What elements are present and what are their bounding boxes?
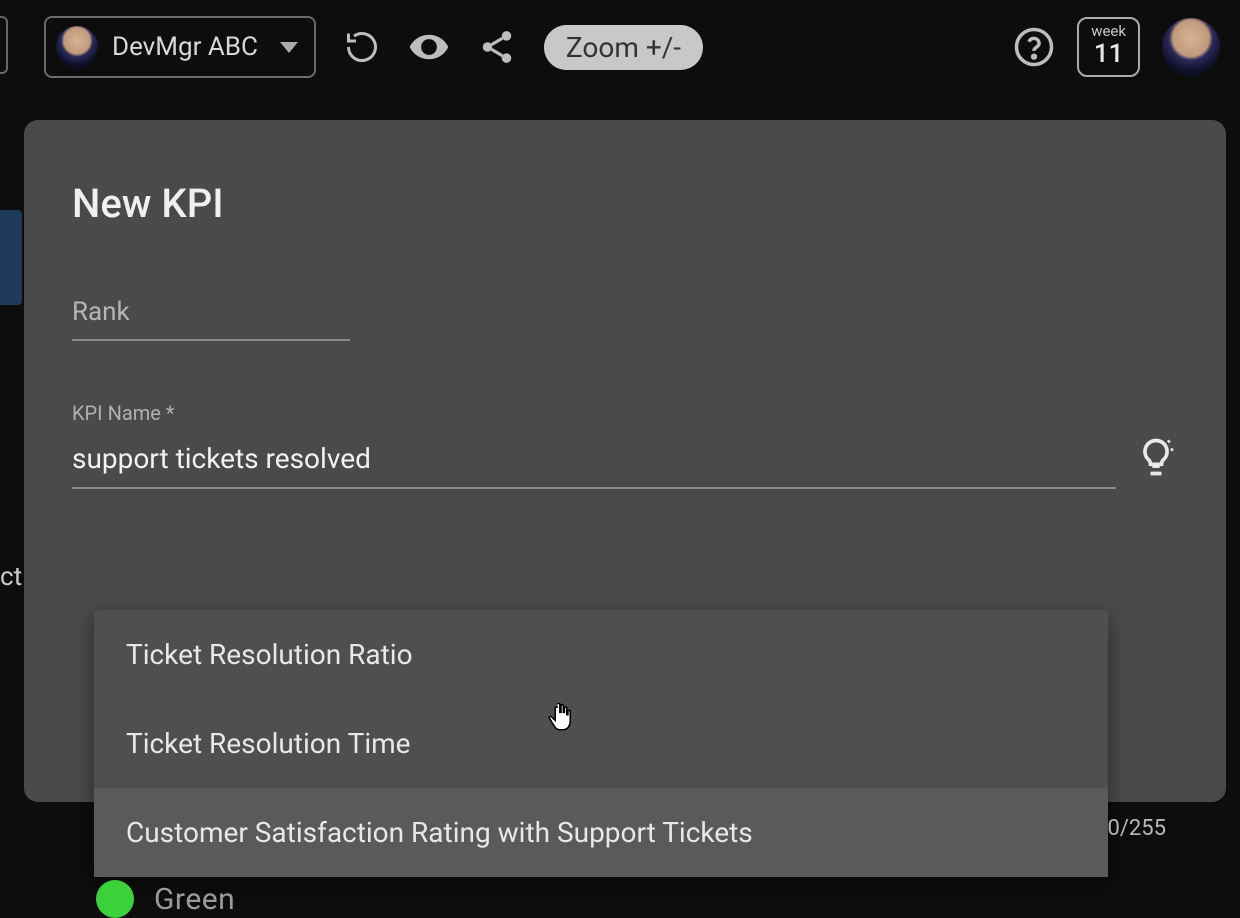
user-selector-label: DevMgr ABC [112, 32, 258, 62]
rank-input[interactable]: Rank [72, 297, 350, 341]
avatar-icon [56, 26, 98, 68]
status-label: Green [154, 882, 235, 917]
left-edge-partial [0, 16, 8, 74]
status-indicator-green [96, 880, 134, 918]
modal-title: New KPI [72, 180, 1178, 227]
side-tab[interactable] [0, 210, 22, 305]
side-text-fragment: ct [0, 562, 22, 592]
char-counter: 0/255 [1107, 816, 1166, 841]
visibility-icon[interactable] [408, 26, 450, 68]
status-row: Green [96, 880, 235, 918]
rank-placeholder: Rank [72, 297, 130, 327]
chevron-down-icon [280, 42, 298, 53]
kpi-suggestions-dropdown: Ticket Resolution Ratio Ticket Resolutio… [94, 610, 1108, 877]
zoom-chip[interactable]: Zoom +/- [544, 25, 703, 70]
kpi-name-input[interactable] [72, 442, 1116, 487]
zoom-label: Zoom +/- [566, 31, 681, 64]
week-number: 11 [1091, 40, 1126, 69]
suggestion-lightbulb-icon[interactable] [1134, 435, 1178, 483]
week-badge[interactable]: week 11 [1077, 17, 1140, 76]
suggestion-item[interactable]: Ticket Resolution Ratio [94, 610, 1108, 699]
new-kpi-modal: New KPI Rank KPI Name * Ticket Resolutio… [24, 120, 1226, 802]
refresh-icon[interactable] [344, 29, 380, 65]
topbar: DevMgr ABC Zoom +/- [0, 0, 1240, 94]
share-icon[interactable] [478, 28, 516, 66]
week-label: week [1091, 23, 1126, 40]
suggestion-item[interactable]: Ticket Resolution Time [94, 699, 1108, 788]
user-selector[interactable]: DevMgr ABC [44, 16, 316, 78]
help-icon[interactable] [1013, 26, 1055, 68]
kpi-name-label: KPI Name * [72, 401, 1178, 425]
profile-avatar[interactable] [1162, 18, 1220, 76]
suggestion-item[interactable]: Customer Satisfaction Rating with Suppor… [94, 788, 1108, 877]
